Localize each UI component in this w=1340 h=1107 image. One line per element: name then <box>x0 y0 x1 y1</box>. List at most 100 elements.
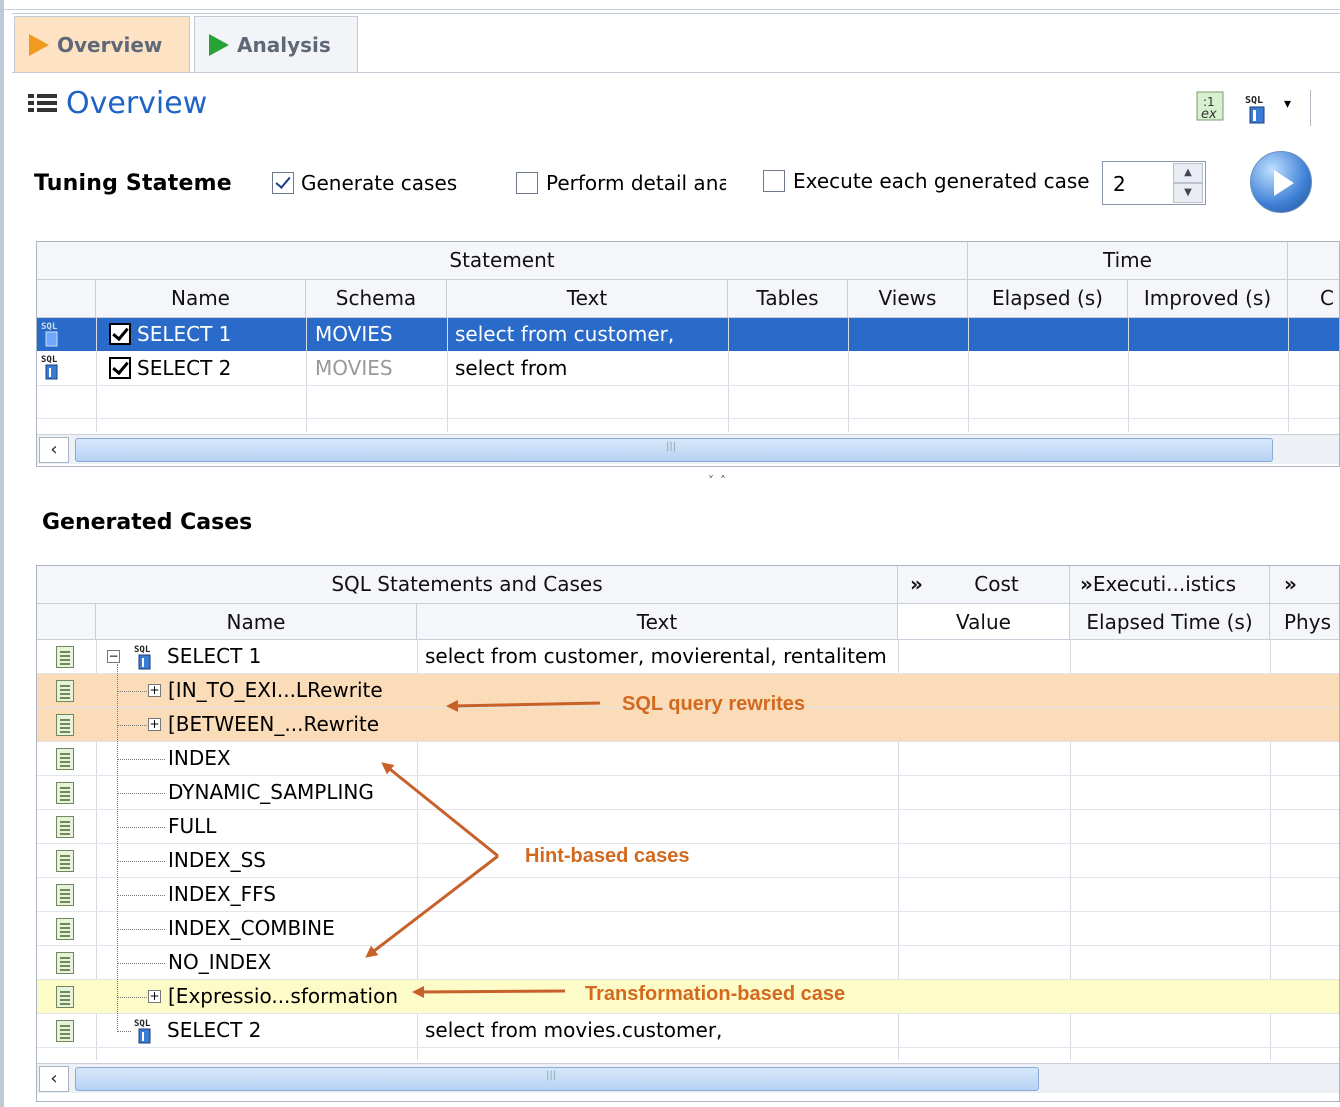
col-header-name[interactable]: Name <box>96 604 417 640</box>
detail-analysis-label: Perform detail ana <box>546 171 726 195</box>
generate-cases-checkbox[interactable] <box>272 172 294 194</box>
col-header-schema[interactable]: Schema <box>306 280 447 318</box>
case-text: select from movies.customer, <box>425 1018 723 1042</box>
scroll-left-icon[interactable]: ‹ <box>39 437 69 463</box>
col-header-c[interactable]: C <box>1288 280 1339 318</box>
case-name[interactable]: INDEX_COMBINE <box>168 916 413 940</box>
case-doc-icon <box>56 646 74 668</box>
expand-icon[interactable]: + <box>148 718 161 731</box>
sql-statement-icon: SQL <box>134 1019 151 1044</box>
orange-triangle-icon <box>29 33 49 56</box>
formula-icon[interactable]: :1 ex <box>1195 90 1227 124</box>
splitter-handle[interactable]: ˅˄ <box>708 474 732 488</box>
col-header-tables[interactable]: Tables <box>728 280 848 318</box>
sql-icon[interactable]: SQL <box>1242 92 1272 126</box>
case-name[interactable]: NO_INDEX <box>168 950 413 974</box>
tree-connector <box>117 929 165 930</box>
case-name[interactable]: FULL <box>168 814 413 838</box>
detail-analysis-checkbox[interactable] <box>516 172 538 194</box>
tab-overview-label: Overview <box>57 32 163 57</box>
table-row[interactable]: FULL <box>37 810 1339 844</box>
table-row[interactable]: DYNAMIC_SAMPLING <box>37 776 1339 810</box>
col-header-elapsed-time[interactable]: Elapsed Time (s) <box>1070 604 1270 640</box>
spinner-value: 2 <box>1113 172 1126 196</box>
statement-2-checkbox[interactable] <box>109 357 131 379</box>
scrollbar-thumb[interactable]: ||| <box>75 438 1273 462</box>
tree-connector <box>117 725 147 726</box>
table-row[interactable]: INDEX_FFS <box>37 878 1339 912</box>
expand-cost-icon[interactable]: » <box>910 566 923 602</box>
case-name[interactable]: [Expressio...sformation <box>168 984 413 1008</box>
group-header-cost-label: Cost <box>974 572 1019 596</box>
case-name[interactable]: [IN_TO_EXI...LRewrite <box>168 678 413 702</box>
group-header-more[interactable]: » <box>1270 566 1339 604</box>
statements-horizontal-scrollbar[interactable]: ‹ ||| <box>37 434 1339 464</box>
group-header-sql: SQL Statements and Cases <box>37 566 898 604</box>
col-header-text[interactable]: Text <box>447 280 728 318</box>
case-name[interactable]: INDEX_SS <box>168 848 413 872</box>
sql-statement-icon: SQL <box>134 645 151 670</box>
group-header-cost[interactable]: » Cost <box>898 566 1070 604</box>
generated-cases-table: SQL Statements and Cases » Cost »Executi… <box>36 565 1340 1102</box>
col-header-name[interactable]: Name <box>96 280 306 318</box>
case-doc-icon <box>56 918 74 940</box>
tab-analysis[interactable]: Analysis <box>194 16 358 72</box>
statement-row-selected-bg[interactable] <box>37 318 1339 351</box>
expand-icon[interactable]: + <box>148 684 161 697</box>
sql-statement-icon: SQL <box>41 322 58 347</box>
statement-2-text: select from <box>455 356 568 380</box>
table-row[interactable]: INDEX_COMBINE <box>37 912 1339 946</box>
page-title: Overview <box>66 86 208 121</box>
svg-text:ex: ex <box>1201 107 1217 122</box>
case-name[interactable]: DYNAMIC_SAMPLING <box>168 780 413 804</box>
case-name[interactable]: [BETWEEN_...Rewrite <box>168 712 413 736</box>
col-header-improved[interactable]: Improved (s) <box>1128 280 1288 318</box>
col-header-text[interactable]: Text <box>417 604 898 640</box>
statement-2-schema: MOVIES <box>315 356 393 380</box>
case-name[interactable]: SELECT 2 <box>167 1018 412 1042</box>
expand-icon[interactable]: + <box>148 990 161 1003</box>
case-count-spinner[interactable]: 2 ▲ ▼ <box>1102 161 1206 205</box>
group-header-time: Time <box>968 242 1288 280</box>
case-name[interactable]: SELECT 1 <box>167 644 412 668</box>
tree-vertical-connector <box>117 664 118 1032</box>
expand-exec-icon[interactable]: » <box>1080 572 1093 596</box>
tab-overview[interactable]: Overview <box>14 16 190 72</box>
statement-1-schema: MOVIES <box>315 322 393 346</box>
spinner-down-icon[interactable]: ▼ <box>1173 183 1203 203</box>
case-doc-icon <box>56 1020 74 1042</box>
col-header-phys[interactable]: Phys <box>1270 604 1339 640</box>
tree-connector <box>117 997 147 998</box>
collapse-icon[interactable]: − <box>107 650 120 663</box>
expand-more-icon[interactable]: » <box>1284 572 1297 596</box>
table-row[interactable]: NO_INDEX <box>37 946 1339 980</box>
statement-1-name[interactable]: SELECT 1 <box>137 322 231 346</box>
generated-cases-title: Generated Cases <box>42 510 253 535</box>
svg-text:SQL: SQL <box>41 322 58 332</box>
col-header-value[interactable]: Value <box>898 604 1070 640</box>
execute-each-checkbox[interactable] <box>763 170 785 192</box>
statement-2-name[interactable]: SELECT 2 <box>137 356 231 380</box>
svg-text:SQL: SQL <box>134 1019 151 1029</box>
table-row[interactable]: INDEX <box>37 742 1339 776</box>
col-header-icon <box>37 604 96 640</box>
statement-1-checkbox[interactable] <box>109 323 131 345</box>
table-row[interactable]: − SQL SELECT 1 select from customer, movier… <box>37 640 1339 674</box>
run-button[interactable] <box>1250 151 1312 213</box>
tree-connector <box>117 827 165 828</box>
tuning-statements-label: Tuning Stateme <box>34 171 232 196</box>
svg-text:SQL: SQL <box>41 355 58 365</box>
case-name[interactable]: INDEX_FFS <box>168 882 413 906</box>
table-row[interactable]: SQL SELECT 2 select from movies.customer, <box>37 1014 1339 1048</box>
scrollbar-thumb[interactable]: ||| <box>75 1067 1039 1091</box>
group-header-exec[interactable]: »Executi...istics <box>1070 566 1270 604</box>
generated-horizontal-scrollbar[interactable]: ‹ ||| <box>37 1063 1339 1093</box>
chevron-down-icon[interactable]: ▾ <box>1284 96 1291 112</box>
col-header-elapsed[interactable]: Elapsed (s) <box>968 280 1128 318</box>
col-header-views[interactable]: Views <box>848 280 968 318</box>
case-name[interactable]: INDEX <box>168 746 413 770</box>
svg-text:SQL: SQL <box>134 645 151 655</box>
case-doc-icon <box>56 782 74 804</box>
scroll-left-icon[interactable]: ‹ <box>39 1066 69 1092</box>
spinner-up-icon[interactable]: ▲ <box>1173 163 1203 183</box>
